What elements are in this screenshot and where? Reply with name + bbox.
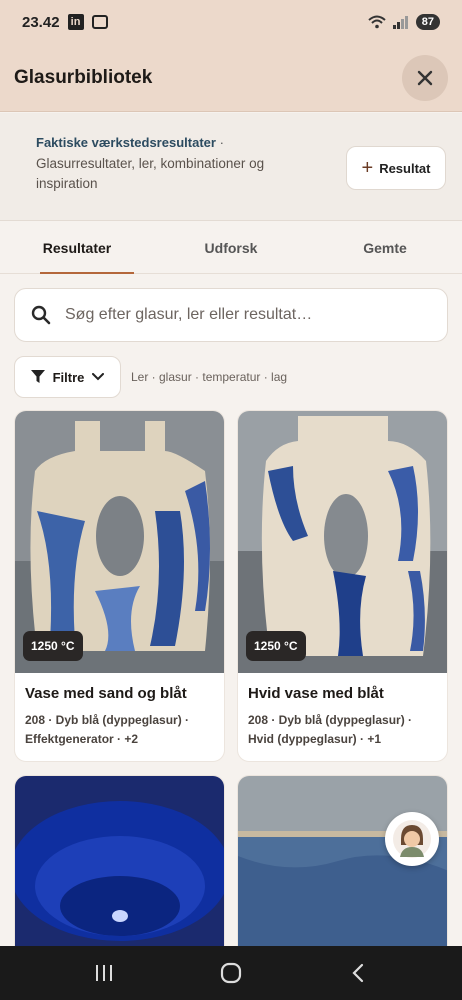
- card-title: Hvid vase med blåt: [248, 685, 384, 702]
- status-left: 23.42 in: [22, 14, 108, 31]
- filter-button[interactable]: Filtre: [14, 356, 121, 398]
- filter-icon: [30, 370, 45, 383]
- app-header: Glasurbibliotek: [0, 44, 462, 112]
- card-image: 1250 °C: [238, 411, 447, 673]
- close-button[interactable]: [402, 54, 448, 101]
- page-title: Glasurbibliotek: [14, 66, 153, 88]
- card-meta-line: Hvid (dyppeglasur) · +1: [248, 732, 382, 746]
- add-result-button[interactable]: + Resultat: [346, 146, 446, 190]
- card-image: 1250 °C: [15, 411, 224, 673]
- wifi-icon: [368, 15, 386, 29]
- screen-record-icon: [91, 15, 108, 29]
- close-icon: [417, 70, 433, 85]
- result-card[interactable]: [237, 775, 448, 975]
- chevron-down-icon: [92, 373, 105, 381]
- recent-apps-icon: [95, 965, 112, 981]
- result-card[interactable]: [14, 775, 225, 975]
- back-icon: [352, 963, 364, 983]
- card-body: Hvid vase med blåt 208 · Dyb blå (dyppeg…: [238, 673, 447, 761]
- card-meta-line: 208 · Dyb blå (dyppeglasur) ·: [248, 713, 413, 727]
- status-time: 23.42: [22, 13, 60, 31]
- status-bar: 23.42 in 87: [0, 0, 462, 44]
- info-band: Faktiske værkstedsresultater · Glasurres…: [0, 113, 462, 221]
- back-button[interactable]: [338, 958, 378, 988]
- add-result-label: Resultat: [379, 160, 431, 176]
- info-title-separator: ·: [219, 135, 224, 150]
- search-icon: [31, 305, 51, 325]
- home-icon: [220, 962, 242, 984]
- assistant-avatar-button[interactable]: [385, 812, 439, 866]
- card-title: Vase med sand og blåt: [25, 685, 187, 702]
- info-subtitle: Glasurresultater, ler, kombinationer og …: [36, 156, 265, 191]
- card-meta-line: Effektgenerator · +2: [25, 732, 139, 746]
- status-right: 87: [368, 14, 440, 30]
- tab-gemte[interactable]: Gemte: [308, 222, 462, 273]
- filters-row: Filtre Ler · glasur · temperatur · lag: [14, 356, 287, 398]
- search-placeholder: Søg efter glasur, ler eller resultat…: [65, 306, 313, 323]
- card-meta-line: 208 · Dyb blå (dyppeglasur) ·: [25, 713, 190, 727]
- filter-hint: Ler · glasur · temperatur · lag: [131, 370, 288, 384]
- linkedin-icon: in: [67, 14, 84, 30]
- tab-udforsk[interactable]: Udforsk: [154, 222, 308, 273]
- info-title-text: Faktiske værkstedsresultater: [36, 135, 216, 150]
- battery-indicator: 87: [415, 14, 440, 30]
- recent-apps-button[interactable]: [84, 958, 124, 988]
- signal-icon: [392, 16, 408, 29]
- system-nav-bar: [0, 946, 462, 1000]
- tab-bar: Resultater Udforsk Gemte: [0, 222, 462, 274]
- temperature-badge: 1250 °C: [23, 631, 83, 661]
- search-input[interactable]: Søg efter glasur, ler eller resultat…: [14, 288, 448, 342]
- result-card[interactable]: 1250 °C Vase med sand og blåt 208 · Dyb …: [14, 410, 225, 762]
- avatar-icon: [393, 820, 431, 858]
- plus-icon: +: [361, 157, 374, 179]
- card-meta: 208 · Dyb blå (dyppeglasur) · Effektgene…: [25, 711, 214, 749]
- filter-label: Filtre: [52, 369, 85, 385]
- result-card[interactable]: 1250 °C Hvid vase med blåt 208 · Dyb blå…: [237, 410, 448, 762]
- tab-resultater[interactable]: Resultater: [0, 222, 154, 274]
- card-body: Vase med sand og blåt 208 · Dyb blå (dyp…: [15, 673, 224, 761]
- temperature-badge: 1250 °C: [246, 631, 306, 661]
- home-button[interactable]: [211, 958, 251, 988]
- card-meta: 208 · Dyb blå (dyppeglasur) · Hvid (dypp…: [248, 711, 437, 749]
